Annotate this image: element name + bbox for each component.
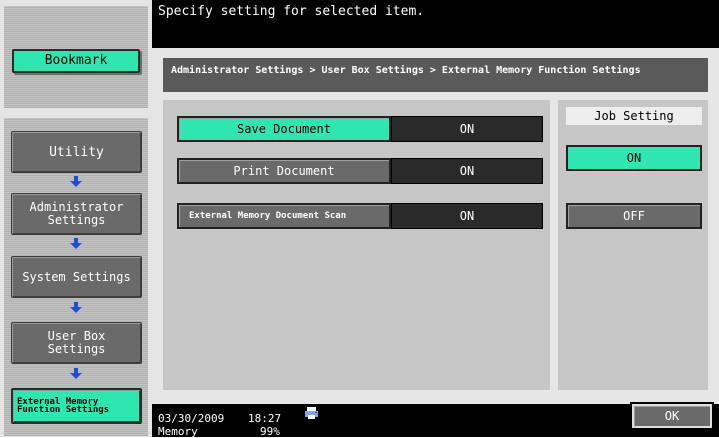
down-arrow-icon	[70, 176, 82, 188]
memory-value: 99%	[260, 425, 280, 438]
sidebar-item-system-settings[interactable]: System Settings	[11, 256, 142, 298]
job-on-button[interactable]: ON	[566, 145, 702, 171]
print-document-value: ON	[391, 158, 543, 184]
save-document-button[interactable]: Save Document	[177, 116, 391, 142]
down-arrow-icon	[70, 302, 82, 314]
sidebar-item-user-box-settings[interactable]: User Box Settings	[11, 322, 142, 364]
bookmark-button[interactable]: Bookmark	[12, 49, 140, 73]
breadcrumb: Administrator Settings > User Box Settin…	[163, 58, 708, 92]
settings-list-area	[163, 100, 550, 390]
job-setting-area	[558, 100, 708, 390]
job-setting-title: Job Setting	[566, 107, 702, 125]
print-document-button[interactable]: Print Document	[177, 158, 391, 184]
save-document-value: ON	[391, 116, 543, 142]
memory-label: Memory	[158, 425, 198, 438]
ok-button[interactable]: OK	[632, 404, 712, 428]
instruction-message: Specify setting for selected item.	[158, 4, 425, 19]
printer-status-icon	[305, 407, 318, 419]
down-arrow-icon	[70, 368, 82, 380]
sidebar-item-administrator-settings[interactable]: Administrator Settings	[11, 193, 142, 235]
sidebar-item-utility[interactable]: Utility	[11, 131, 142, 173]
sidebar-item-external-memory-function-settings[interactable]: External Memory Function Settings	[11, 388, 142, 424]
external-memory-document-scan-button[interactable]: External Memory Document Scan	[177, 203, 391, 229]
status-time: 18:27	[248, 412, 282, 425]
external-memory-document-scan-value: ON	[391, 203, 543, 229]
status-date: 03/30/2009	[158, 412, 225, 425]
down-arrow-icon	[70, 238, 82, 250]
job-off-button[interactable]: OFF	[566, 203, 702, 229]
